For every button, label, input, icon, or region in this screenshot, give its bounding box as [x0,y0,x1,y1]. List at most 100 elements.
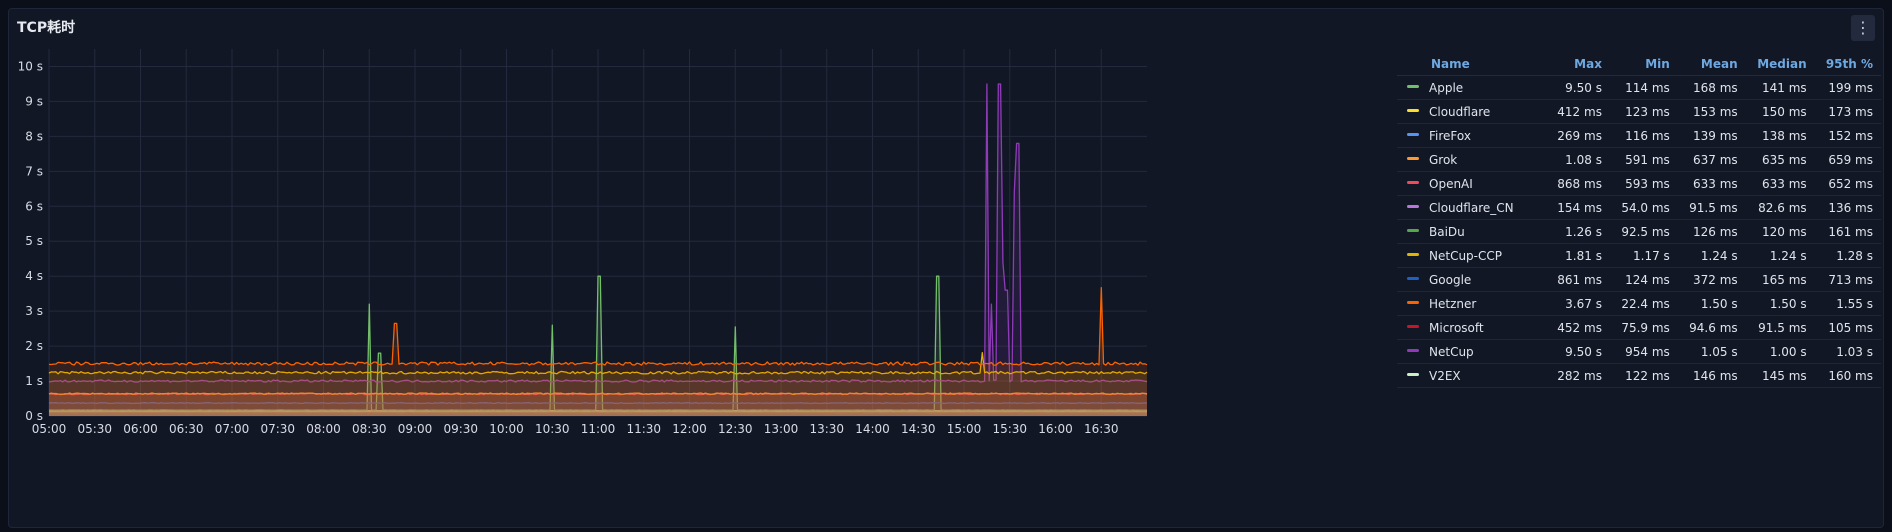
y-tick-label: 1 s [25,374,43,388]
legend-median-value: 633 ms [1745,171,1815,196]
y-tick-label: 0 s [25,409,43,423]
legend-swatch [1407,348,1419,352]
x-tick-label: 13:00 [764,422,799,436]
legend-row[interactable]: V2EX 282 ms 122 ms 146 ms 145 ms 160 ms [1397,363,1881,388]
legend-row[interactable]: Grok 1.08 s 591 ms 637 ms 635 ms 659 ms [1397,147,1881,172]
legend-row[interactable]: Cloudflare_CN 154 ms 54.0 ms 91.5 ms 82.6 ms… [1397,195,1881,220]
x-tick-label: 10:00 [489,422,524,436]
y-tick-label: 2 s [25,339,43,353]
y-tick-label: 5 s [25,234,43,248]
legend-col-mean[interactable]: Mean [1677,52,1746,76]
legend-series-name: V2EX [1397,363,1547,388]
legend-min-value: 954 ms [1609,339,1678,364]
legend-series-name: Cloudflare [1397,99,1547,124]
legend-median-value: 1.50 s [1745,291,1815,316]
legend-swatch [1407,180,1419,184]
legend-row[interactable]: OpenAI 868 ms 593 ms 633 ms 633 ms 652 ms [1397,171,1881,196]
legend-max-value: 282 ms [1546,363,1610,388]
legend-max-value: 452 ms [1546,315,1610,340]
legend-col-min[interactable]: Min [1609,52,1678,76]
legend-min-value: 123 ms [1609,99,1678,124]
x-tick-label: 16:00 [1038,422,1073,436]
legend-col-name[interactable]: Name [1397,52,1547,76]
x-tick-label: 06:30 [169,422,204,436]
legend-median-value: 165 ms [1745,267,1815,292]
legend-mean-value: 1.24 s [1677,243,1746,268]
kebab-menu-icon[interactable]: ⋮ [1851,15,1875,41]
legend-col-p95[interactable]: 95th % [1814,52,1881,76]
legend-row[interactable]: BaiDu 1.26 s 92.5 ms 126 ms 120 ms 161 ms [1397,219,1881,244]
legend-series-name: Cloudflare_CN [1397,195,1547,220]
legend-label: Hetzner [1429,296,1477,311]
legend-col-median[interactable]: Median [1745,52,1815,76]
legend-min-value: 92.5 ms [1609,219,1678,244]
legend-p95-value: 136 ms [1814,195,1881,220]
x-tick-label: 11:30 [626,422,661,436]
legend-row[interactable]: Hetzner 3.67 s 22.4 ms 1.50 s 1.50 s 1.55 s [1397,291,1881,316]
legend-row[interactable]: Microsoft 452 ms 75.9 ms 94.6 ms 91.5 ms 105 … [1397,315,1881,340]
x-tick-label: 05:00 [32,422,67,436]
legend-label: Cloudflare_CN [1429,200,1514,215]
legend-min-value: 122 ms [1609,363,1678,388]
legend-median-value: 82.6 ms [1745,195,1815,220]
legend-mean-value: 1.50 s [1677,291,1746,316]
legend-max-value: 1.08 s [1546,147,1610,172]
legend-row[interactable]: FireFox 269 ms 116 ms 139 ms 138 ms 152 ms [1397,123,1881,148]
legend-mean-value: 126 ms [1677,219,1746,244]
legend-min-value: 75.9 ms [1609,315,1678,340]
legend-label: FireFox [1429,128,1471,143]
x-tick-label: 07:30 [260,422,295,436]
legend-label: V2EX [1429,368,1461,383]
legend-label: Microsoft [1429,320,1484,335]
legend-mean-value: 1.05 s [1677,339,1746,364]
legend-median-value: 145 ms [1745,363,1815,388]
legend-mean-value: 372 ms [1677,267,1746,292]
legend-mean-value: 139 ms [1677,123,1746,148]
legend-p95-value: 173 ms [1814,99,1881,124]
legend-row[interactable]: NetCup-CCP 1.81 s 1.17 s 1.24 s 1.24 s 1.28 s [1397,243,1881,268]
legend-min-value: 114 ms [1609,75,1678,100]
y-tick-label: 6 s [25,199,43,213]
x-tick-label: 12:30 [718,422,753,436]
legend-swatch [1407,108,1419,112]
legend-p95-value: 161 ms [1814,219,1881,244]
y-tick-label: 3 s [25,304,43,318]
x-tick-label: 12:00 [672,422,707,436]
legend-swatch [1407,300,1419,304]
legend-max-value: 269 ms [1546,123,1610,148]
y-tick-label: 7 s [25,164,43,178]
legend-series-name: BaiDu [1397,219,1547,244]
x-tick-label: 09:30 [443,422,478,436]
legend-label: OpenAI [1429,176,1473,191]
legend-label: Cloudflare [1429,104,1491,119]
legend-row[interactable]: Google 861 ms 124 ms 372 ms 165 ms 713 ms [1397,267,1881,292]
legend-label: NetCup-CCP [1429,248,1502,263]
legend-header-row: Name Max Min Mean Median 95th % [1397,52,1881,76]
legend-median-value: 1.00 s [1745,339,1815,364]
legend-swatch [1407,372,1419,376]
legend-min-value: 54.0 ms [1609,195,1678,220]
legend-max-value: 1.81 s [1546,243,1610,268]
x-tick-label: 15:00 [947,422,982,436]
legend-median-value: 1.24 s [1745,243,1815,268]
legend-series-name: Microsoft [1397,315,1547,340]
legend-max-value: 412 ms [1546,99,1610,124]
legend-swatch [1407,276,1419,280]
legend-col-max[interactable]: Max [1546,52,1610,76]
legend-series-name: NetCup-CCP [1397,243,1547,268]
x-tick-label: 13:30 [809,422,844,436]
legend-max-value: 3.67 s [1546,291,1610,316]
legend-swatch [1407,324,1419,328]
legend-row[interactable]: Cloudflare 412 ms 123 ms 153 ms 150 ms 173 ms [1397,99,1881,124]
x-tick-label: 11:00 [581,422,616,436]
x-tick-label: 15:30 [992,422,1027,436]
x-tick-label: 06:00 [123,422,158,436]
legend-min-value: 22.4 ms [1609,291,1678,316]
y-tick-label: 4 s [25,269,43,283]
x-tick-label: 08:30 [352,422,387,436]
legend-row[interactable]: NetCup 9.50 s 954 ms 1.05 s 1.00 s 1.03 s [1397,339,1881,364]
legend-table: Name Max Min Mean Median 95th % Apple 9.5… [1397,52,1881,388]
legend-row[interactable]: Apple 9.50 s 114 ms 168 ms 141 ms 199 ms [1397,75,1881,100]
legend-mean-value: 168 ms [1677,75,1746,100]
legend-series-name: Grok [1397,147,1547,172]
